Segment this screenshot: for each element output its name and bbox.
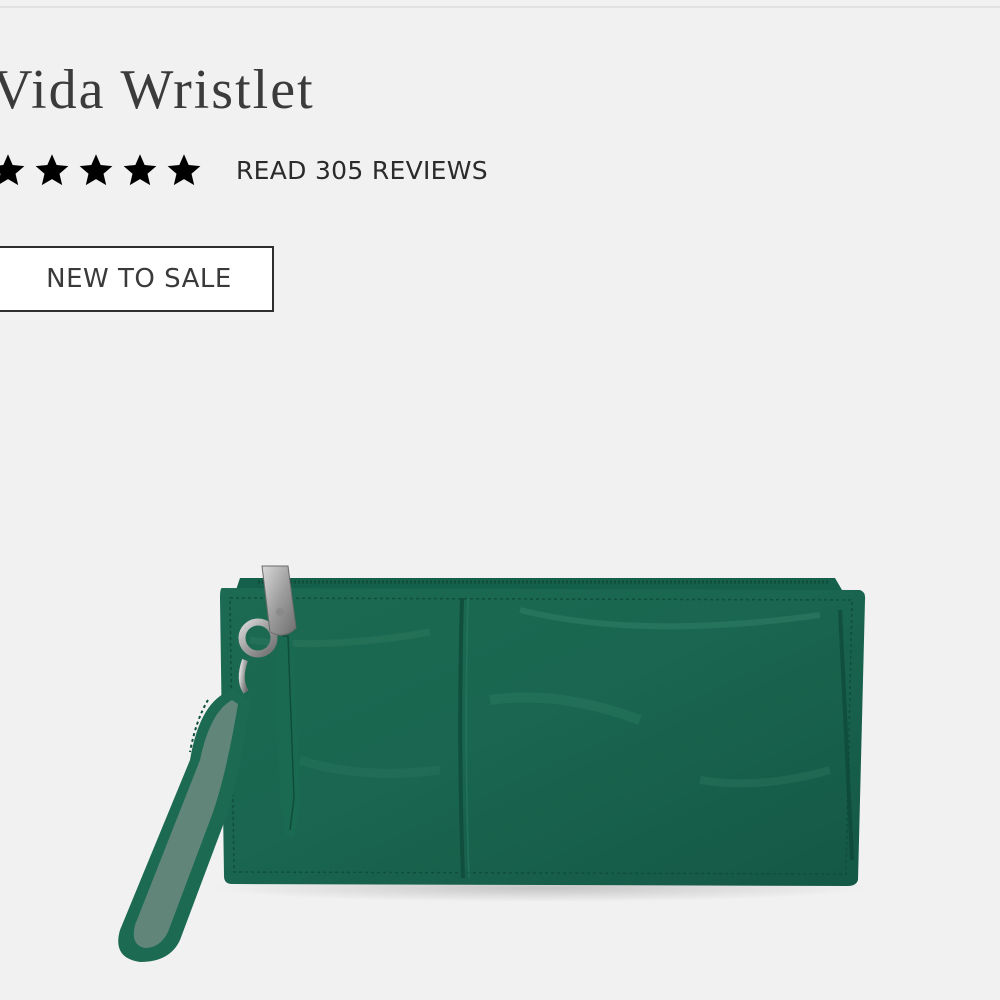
- star-icon: [0, 152, 26, 188]
- header-divider: [0, 6, 1000, 8]
- star-icon: [122, 152, 158, 188]
- star-icon: [166, 152, 202, 188]
- rating-row: READ 305 REVIEWS: [0, 148, 488, 192]
- read-reviews-link[interactable]: READ 305 REVIEWS: [236, 156, 488, 185]
- star-icon: [78, 152, 114, 188]
- sale-badge: NEW TO SALE: [0, 246, 274, 312]
- star-rating: [0, 152, 210, 188]
- star-icon: [34, 152, 70, 188]
- product-image[interactable]: [0, 520, 1000, 1000]
- wristlet-illustration: [118, 565, 870, 962]
- product-title: Vida Wristlet: [0, 59, 315, 121]
